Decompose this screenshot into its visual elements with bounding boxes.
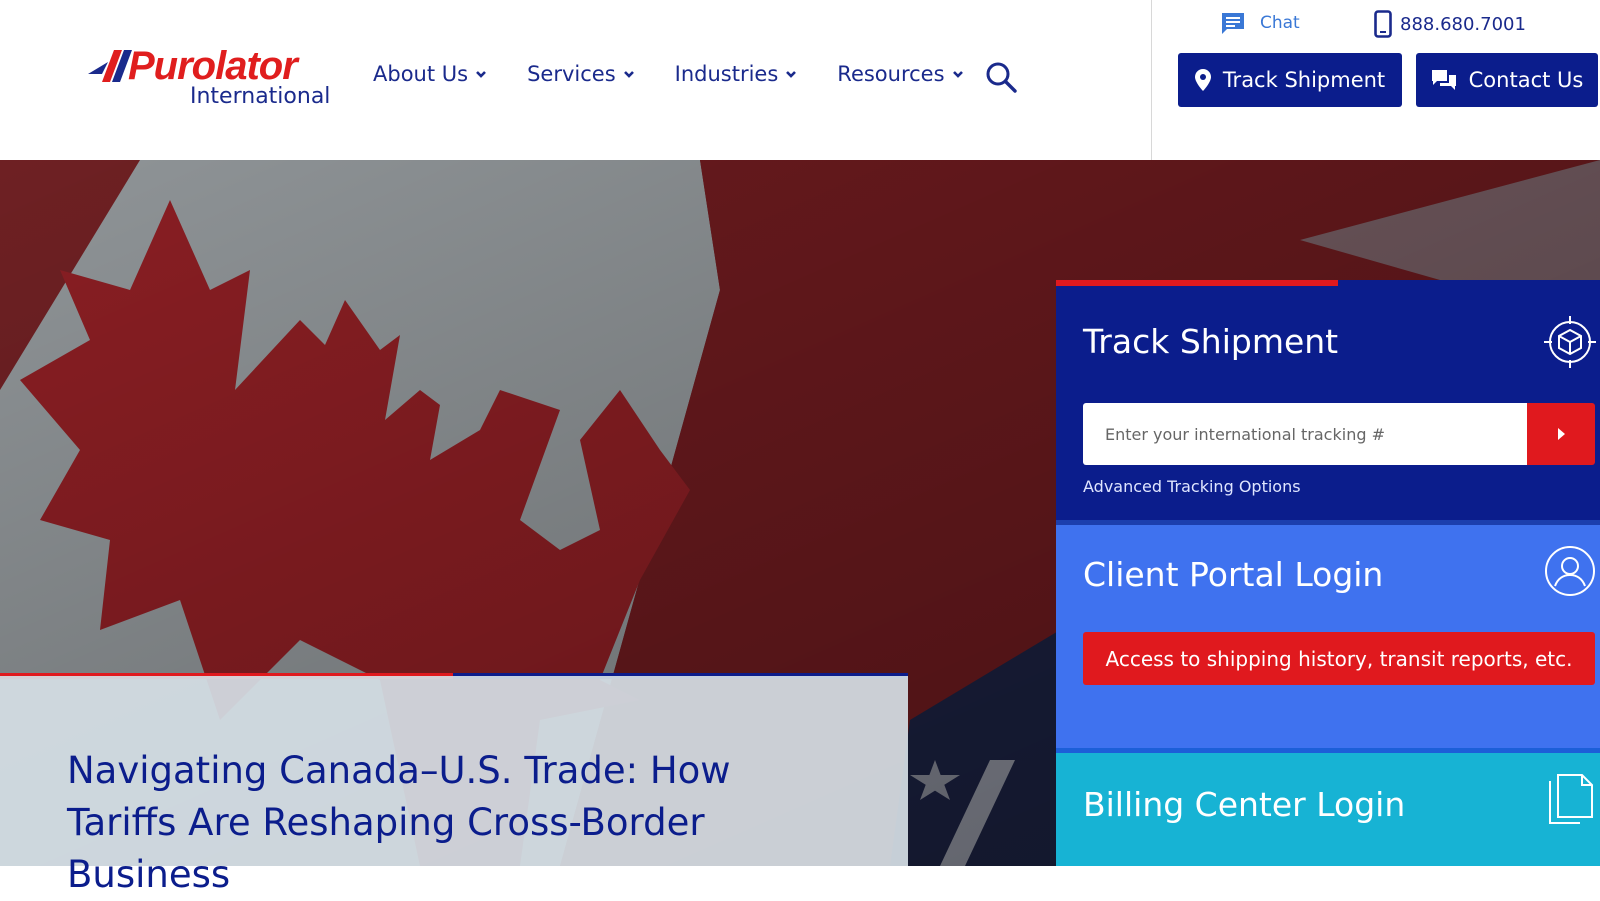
billing-center-panel: Billing Center Login <box>1056 753 1600 866</box>
track-shipment-panel: Track Shipment Advanced Tracking Options <box>1056 286 1600 520</box>
nav-item-services[interactable]: Services <box>527 62 635 86</box>
contact-us-button[interactable]: Contact Us <box>1416 53 1598 107</box>
user-circle-icon <box>1545 546 1595 596</box>
client-portal-panel: Client Portal Login Access to shipping h… <box>1056 525 1600 751</box>
logo-subtitle: International <box>190 84 331 109</box>
chevron-down-icon <box>952 71 963 78</box>
main-nav: About Us Services Industries Resources <box>373 62 1004 86</box>
package-target-icon <box>1544 316 1596 368</box>
nav-label: Services <box>527 62 616 86</box>
track-shipment-label: Track Shipment <box>1222 68 1386 92</box>
caret-right-icon <box>1558 428 1565 440</box>
billing-center-title[interactable]: Billing Center Login <box>1083 785 1405 824</box>
map-pin-icon <box>1194 69 1211 91</box>
search-icon[interactable] <box>984 60 1018 94</box>
phone-icon <box>1374 10 1392 38</box>
chat-bubbles-icon <box>1431 70 1456 90</box>
logo-wordmark: Purolator <box>128 44 298 88</box>
nav-item-industries[interactable]: Industries <box>675 62 798 86</box>
tracking-number-input[interactable] <box>1083 403 1527 465</box>
contact-us-label: Contact Us <box>1468 68 1584 92</box>
client-portal-button[interactable]: Access to shipping history, transit repo… <box>1083 632 1595 685</box>
purolator-logo[interactable]: Purolator International <box>88 44 348 110</box>
featured-article-title[interactable]: Navigating Canada–U.S. Trade: How Tariff… <box>67 745 767 901</box>
phone-number: 888.680.7001 <box>1400 13 1526 35</box>
header-divider <box>1151 0 1152 160</box>
client-portal-title[interactable]: Client Portal Login <box>1083 555 1383 594</box>
site-header: Purolator International About Us Service… <box>0 0 1600 160</box>
nav-label: Industries <box>674 62 779 86</box>
chat-label: Chat <box>1260 13 1300 33</box>
nav-item-about-us[interactable]: About Us <box>373 62 487 86</box>
advanced-tracking-link[interactable]: Advanced Tracking Options <box>1083 477 1301 496</box>
track-submit-button[interactable] <box>1527 403 1595 465</box>
chevron-down-icon <box>623 71 634 78</box>
chevron-down-icon <box>476 71 486 78</box>
nav-item-resources[interactable]: Resources <box>837 62 963 86</box>
chat-link[interactable]: Chat <box>1220 10 1300 36</box>
track-shipment-button[interactable]: Track Shipment <box>1178 53 1402 107</box>
track-panel-title: Track Shipment <box>1083 322 1339 361</box>
chevron-down-icon <box>786 71 797 78</box>
nav-label: About Us <box>373 62 469 86</box>
phone-link[interactable]: 888.680.7001 <box>1374 10 1526 38</box>
documents-icon <box>1549 774 1593 824</box>
nav-label: Resources <box>837 62 945 86</box>
chat-bubble-icon <box>1222 13 1244 34</box>
